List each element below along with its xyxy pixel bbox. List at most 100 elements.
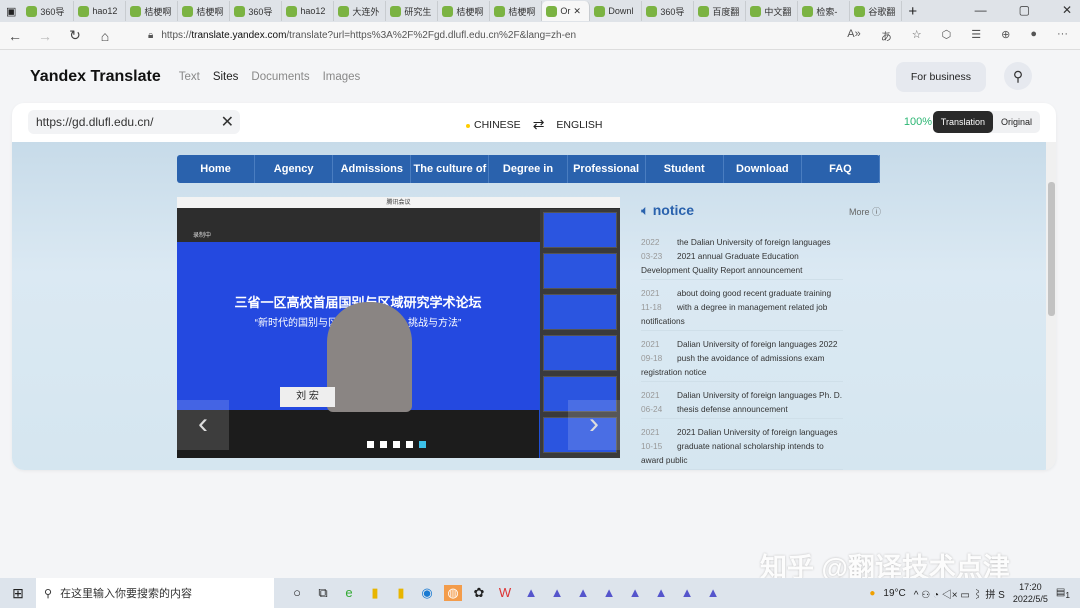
refresh-icon[interactable]: ↻: [60, 27, 90, 44]
target-lang[interactable]: ENGLISH: [556, 119, 602, 131]
browser-tab[interactable]: 谷歌翻: [850, 1, 902, 21]
source-url-input[interactable]: https://gd.dlufl.edu.cn/✕: [28, 110, 240, 134]
tray-icons[interactable]: ^ ⚇ ◔ ◁× ▭ ⌇ 拼 S: [914, 586, 1005, 601]
yandex-logo[interactable]: Yandex Translate: [30, 68, 161, 86]
folder-icon[interactable]: ▮: [392, 585, 410, 601]
clock[interactable]: 17:202022/5/5: [1013, 581, 1048, 605]
app-icon[interactable]: ✿: [470, 585, 488, 601]
app-icon[interactable]: ▲: [574, 585, 592, 601]
forward-icon[interactable]: →: [30, 28, 60, 44]
swap-icon[interactable]: ⇄: [533, 116, 545, 133]
browser-tab[interactable]: hao12: [282, 1, 334, 21]
edge-icon[interactable]: ◉: [418, 585, 436, 601]
recording-label: 录制中: [193, 233, 211, 239]
collections-icon[interactable]: ⊕: [1001, 28, 1010, 44]
windows-start-icon[interactable]: ⊞: [0, 585, 36, 602]
slider-dot[interactable]: [367, 441, 374, 448]
browser-tab[interactable]: 360导: [22, 1, 74, 21]
slider-dot[interactable]: [380, 441, 387, 448]
slider-dot[interactable]: [419, 441, 426, 448]
nav-text[interactable]: Text: [179, 71, 200, 83]
app-icon[interactable]: ▲: [522, 585, 540, 601]
menu-item[interactable]: Agency: [255, 155, 333, 183]
back-icon[interactable]: ←: [0, 28, 30, 44]
menu-item[interactable]: The culture of: [411, 155, 489, 183]
app-icon[interactable]: ▲: [652, 585, 670, 601]
menu-icon[interactable]: ···: [1057, 28, 1068, 44]
zoom-level[interactable]: 100%: [904, 116, 932, 128]
nav-sites[interactable]: Sites: [213, 71, 239, 83]
tab-actions-icon[interactable]: ▣: [6, 5, 16, 18]
menu-item[interactable]: Degree in: [489, 155, 567, 183]
browser-tab[interactable]: 桔梗啊: [178, 1, 230, 21]
browser-tab[interactable]: 360导: [642, 1, 694, 21]
maximize-button[interactable]: ▢: [1019, 3, 1030, 17]
menu-item[interactable]: Home: [177, 155, 255, 183]
notice-item[interactable]: 2021about doing good recent graduate tra…: [641, 286, 843, 331]
browser-tab[interactable]: 检索-: [798, 1, 850, 21]
nav-images[interactable]: Images: [323, 71, 361, 83]
source-lang[interactable]: CHINESE: [466, 119, 521, 131]
task-view-icon[interactable]: ⧉: [314, 585, 332, 601]
browser-tab[interactable]: Downl: [590, 1, 642, 21]
slider-next-button[interactable]: ›: [568, 400, 620, 450]
slider-dot[interactable]: [406, 441, 413, 448]
cortana-icon[interactable]: ○: [288, 585, 306, 601]
browser-tab[interactable]: 研究生: [386, 1, 438, 21]
ie-icon[interactable]: e: [340, 585, 358, 601]
translation-toggle[interactable]: Translation: [933, 111, 993, 133]
menu-item[interactable]: FAQ: [802, 155, 880, 183]
nav-documents[interactable]: Documents: [251, 71, 309, 83]
favorite-icon[interactable]: ☆: [912, 28, 922, 44]
browser-tab[interactable]: 桔梗啊: [490, 1, 542, 21]
user-icon[interactable]: ⚲: [1004, 62, 1032, 90]
notice-item[interactable]: 20212021 Dalian University of foreign la…: [641, 425, 843, 470]
browser-tab[interactable]: 中文翻: [746, 1, 798, 21]
menu-item[interactable]: Admissions: [333, 155, 411, 183]
weather-temp[interactable]: 19°C: [883, 588, 905, 599]
browser-tab[interactable]: Or ✕: [542, 1, 590, 21]
tab-label: 百度翻: [712, 5, 739, 18]
original-toggle[interactable]: Original: [993, 111, 1040, 133]
notice-item[interactable]: 2022the Dalian University of foreign lan…: [641, 235, 843, 280]
notice-item[interactable]: 2021Dalian University of foreign languag…: [641, 388, 843, 419]
app-icon[interactable]: ▲: [548, 585, 566, 601]
folder-icon[interactable]: ▮: [366, 585, 384, 601]
menu-item[interactable]: Download: [724, 155, 802, 183]
browser-tab[interactable]: 百度翻: [694, 1, 746, 21]
browser-tab[interactable]: 大连外: [334, 1, 386, 21]
notice-item[interactable]: 2021Dalian University of foreign languag…: [641, 337, 843, 382]
for-business-button[interactable]: For business: [896, 62, 986, 92]
more-link[interactable]: More ⓘ: [849, 205, 881, 218]
app-icon[interactable]: ▲: [626, 585, 644, 601]
close-tab-icon[interactable]: ✕: [573, 6, 581, 17]
extensions-icon[interactable]: ⬡: [942, 28, 952, 44]
browser-tab[interactable]: 360导: [230, 1, 282, 21]
read-aloud-icon[interactable]: A»: [847, 28, 860, 44]
new-tab-button[interactable]: +: [908, 3, 917, 20]
close-window-button[interactable]: ✕: [1062, 3, 1072, 17]
menu-item[interactable]: Professional: [568, 155, 646, 183]
app-icon[interactable]: ▲: [600, 585, 618, 601]
wechat-icon[interactable]: ◍: [444, 585, 462, 601]
slider-prev-button[interactable]: ‹: [177, 400, 229, 450]
browser-tab[interactable]: 桔梗啊: [126, 1, 178, 21]
app-icon[interactable]: ▲: [704, 585, 722, 601]
url-input[interactable]: 🔒︎ https://translate.yandex.com/translat…: [140, 25, 900, 47]
favorites-icon[interactable]: ☰: [971, 28, 981, 44]
app-icon[interactable]: ▲: [678, 585, 696, 601]
browser-tab[interactable]: 桔梗啊: [438, 1, 490, 21]
wps-icon[interactable]: W: [496, 585, 514, 601]
translate-icon[interactable]: あ: [881, 28, 892, 44]
browser-tab[interactable]: hao12: [74, 1, 126, 21]
home-icon[interactable]: ⌂: [90, 28, 120, 44]
taskbar-search[interactable]: ⚲在这里输入你要搜索的内容: [36, 578, 274, 608]
profile-avatar[interactable]: ●: [1030, 28, 1037, 44]
notification-icon[interactable]: ▤1: [1056, 587, 1070, 600]
frame-scrollbar[interactable]: [1046, 142, 1056, 470]
minimize-button[interactable]: —: [975, 3, 987, 17]
weather-icon[interactable]: ●: [869, 588, 875, 599]
clear-icon[interactable]: ✕: [221, 112, 234, 132]
slider-dot[interactable]: [393, 441, 400, 448]
menu-item[interactable]: Student: [646, 155, 724, 183]
